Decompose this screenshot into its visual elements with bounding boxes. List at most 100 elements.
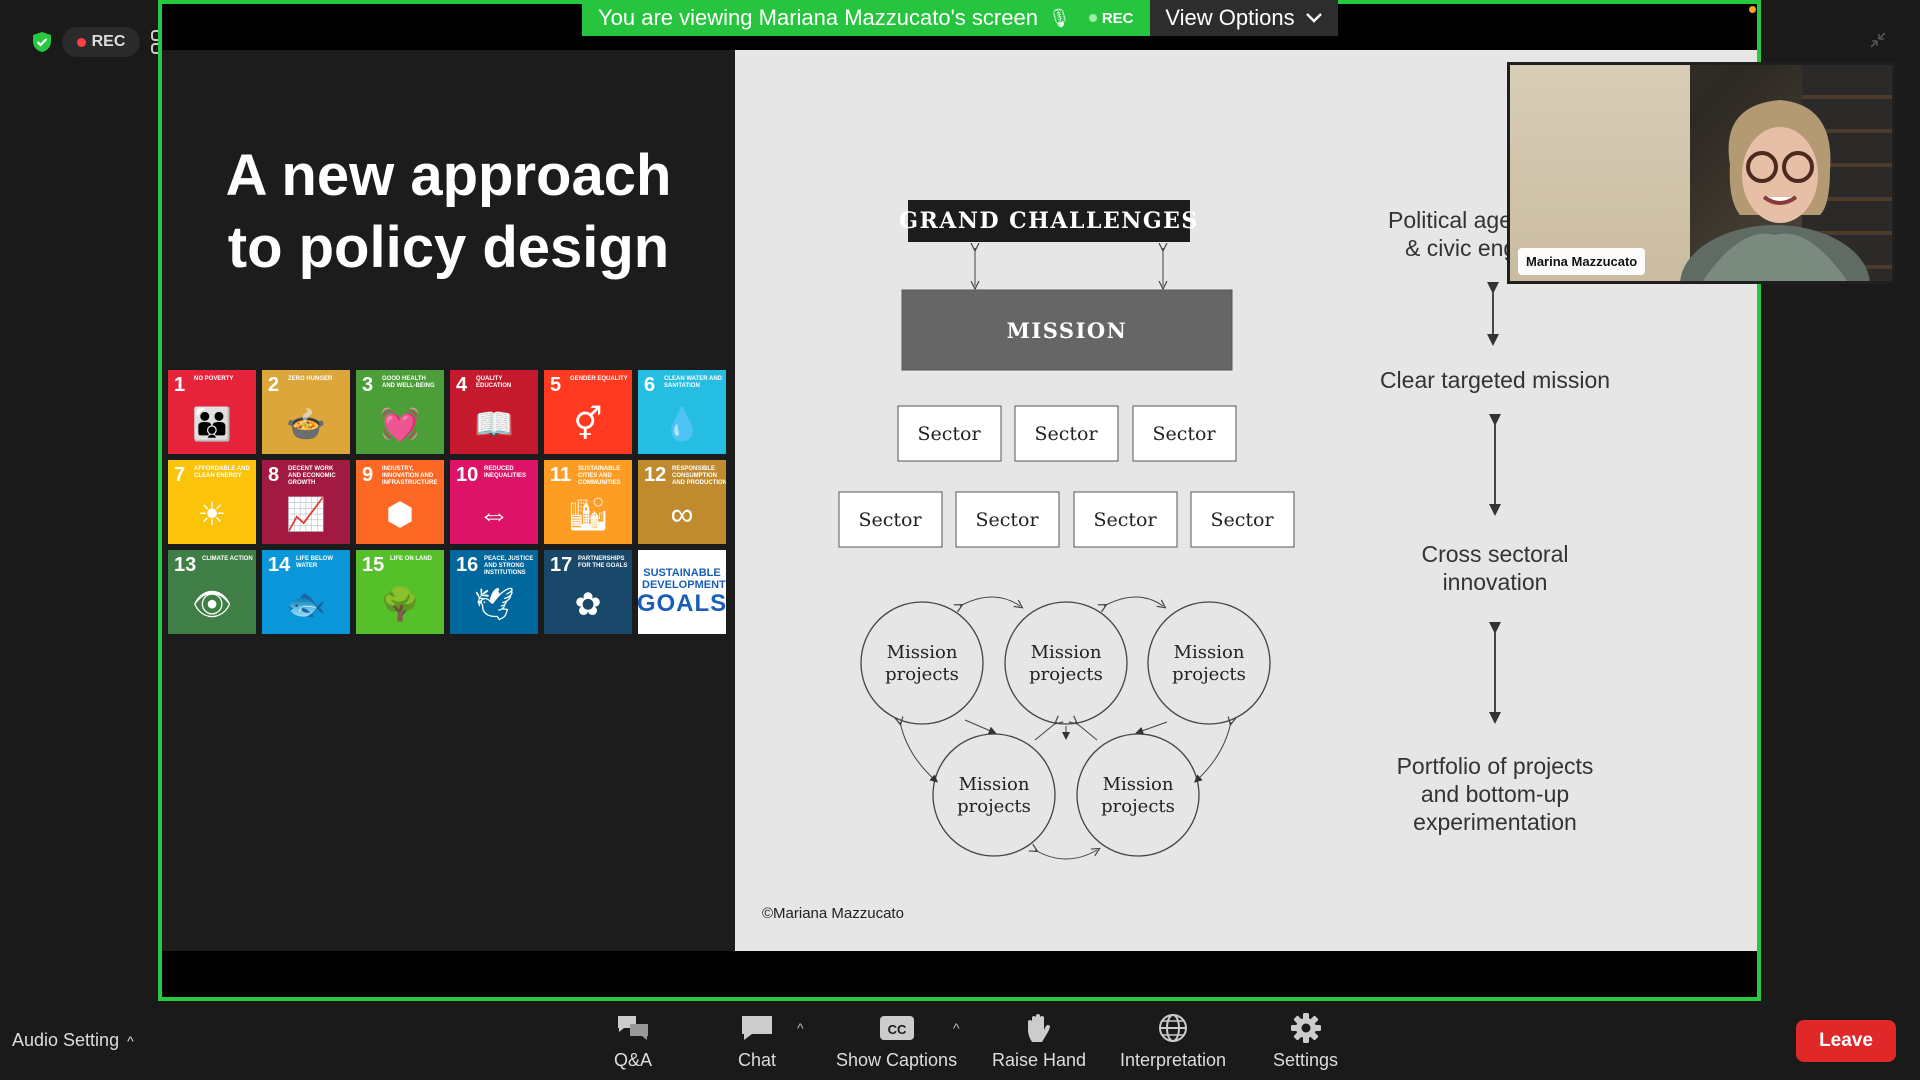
sdg-tile-number: 15 — [362, 554, 385, 576]
sdg-tile-number: 9 — [362, 464, 374, 486]
sdg-tile-number: 16 — [456, 554, 479, 576]
sdg-tile: 14 Life Below Water 🐟 — [262, 550, 350, 634]
sdg-goal-icon: ☀ — [197, 496, 227, 532]
sdg-goal-icon: ⇔ — [478, 496, 510, 532]
sdg-tile: 17 Partnerships for the Goals ✿ — [544, 550, 632, 634]
slide-left-panel: A new approach to policy design 1 No Pove… — [162, 50, 735, 951]
settings-button[interactable]: Settings — [1273, 1012, 1338, 1071]
sdg-goal-icon: 👁 — [191, 586, 233, 622]
sdg-tile: 7 Affordable and Clean Energy ☀ — [168, 460, 256, 544]
chevron-down-icon — [1305, 13, 1322, 23]
copyright-text: ©Mariana Mazzucato — [762, 905, 904, 922]
side-label-portfolio-line-1: Portfolio of projects — [1396, 753, 1594, 779]
sector-row-1: Sector Sector Sector — [897, 405, 1237, 462]
view-options-label: View Options — [1165, 5, 1295, 30]
mission-project-circle — [1147, 601, 1271, 725]
sdg-tile-number: 14 — [268, 554, 291, 576]
sdg-tile-label: Life Below Water — [296, 556, 333, 569]
chat-icon — [742, 1016, 773, 1040]
sector-label: Sector — [1093, 509, 1157, 531]
audio-setting-button[interactable]: Audio Setting ^ — [12, 1030, 134, 1051]
sdg-tile-label: Partnerships for the Goals — [578, 556, 628, 569]
sdg-tile-number: 5 — [550, 374, 562, 396]
minimize-video-icon[interactable] — [1868, 30, 1888, 50]
settings-label: Settings — [1273, 1050, 1339, 1070]
sdg-goal-icon: ⬢ — [386, 496, 414, 532]
sdg-tile-label: Sustainable Cities and Communities — [578, 466, 621, 486]
view-options-button[interactable]: View Options — [1150, 0, 1338, 36]
mission-project-label: Mission — [1174, 642, 1245, 663]
sdg-tile-label: Clean Water and Sanitation — [664, 376, 722, 389]
sector-row-2: Sector Sector Sector Sector — [838, 491, 1295, 548]
sdg-logo-tile: SUSTAINABLE DEVELOPMENT GOALS — [638, 550, 726, 634]
mission-project-label: Mission — [887, 642, 958, 663]
sdg-tile: 3 Good Health and Well-Being 💓 — [356, 370, 444, 454]
sdg-tile-label: Affordable and Clean Energy — [194, 466, 250, 479]
sdg-goal-icon: 🍲 — [286, 406, 326, 442]
chat-button[interactable]: Chat — [738, 1012, 776, 1071]
speaker-name-tag: Marina Mazzucato — [1518, 248, 1646, 275]
sector-label: Sector — [975, 509, 1039, 531]
sdg-goal-icon: 🏙 — [567, 496, 609, 532]
side-label-clear-mission: Clear targeted mission — [1379, 367, 1611, 393]
sector-label: Sector — [1034, 423, 1098, 445]
sdg-tile-number: 6 — [644, 374, 656, 396]
sdg-tile-label: Responsible Consumption and Production — [672, 466, 726, 486]
mission-project-circle — [932, 733, 1056, 857]
side-label-portfolio-line-2: and bottom-up — [1420, 781, 1570, 807]
sdg-tile-label: Gender Equality — [570, 376, 628, 382]
qa-label: Q&A — [614, 1050, 653, 1070]
leave-button[interactable]: Leave — [1796, 1020, 1896, 1062]
sdg-tile-number: 1 — [174, 374, 186, 396]
mission-project-circle — [1076, 733, 1200, 857]
interpretation-label: Interpretation — [1120, 1050, 1227, 1070]
qa-button[interactable]: Q&A — [614, 1012, 652, 1071]
sdg-goal-icon: 💓 — [380, 406, 420, 442]
sdg-tile-label: Quality Education — [476, 376, 512, 389]
mission-project-label: projects — [1101, 796, 1175, 817]
chat-options-chevron-icon[interactable]: ^ — [797, 1020, 804, 1036]
sdg-tile-number: 17 — [550, 554, 573, 576]
sdg-tile-number: 4 — [456, 374, 468, 396]
sdg-tile: 6 Clean Water and Sanitation 💧 — [638, 370, 726, 454]
sdg-goal-icon: 📈 — [286, 496, 326, 532]
sdg-tile-number: 10 — [456, 464, 479, 486]
sdg-goal-icon: ✿ — [574, 586, 602, 622]
sdg-tile-number: 12 — [644, 464, 667, 486]
mission-project-label: Mission — [1103, 774, 1174, 795]
meeting-toolbar: Audio Setting ^ Q&A Chat ^ CC Show Capti… — [0, 1002, 1920, 1080]
security-shield-icon[interactable] — [30, 30, 54, 54]
captions-options-chevron-icon[interactable]: ^ — [953, 1020, 960, 1036]
sdg-tile-number: 11 — [550, 464, 572, 486]
closed-captions-icon: CC — [879, 1016, 914, 1040]
mission-project-label: projects — [1029, 664, 1103, 685]
mission-project-circle — [860, 601, 984, 725]
sdg-tile: 2 Zero Hunger 🍲 — [262, 370, 350, 454]
sdg-tile-label: Life On Land — [390, 556, 432, 562]
mission-project-label: projects — [885, 664, 959, 685]
sdg-tile: 8 Decent Work and Economic Growth 📈 — [262, 460, 350, 544]
raise-hand-button[interactable]: Raise Hand — [992, 1012, 1086, 1071]
sdg-tile: 1 No Poverty 👪 — [168, 370, 256, 454]
mission-project-label: Mission — [1031, 642, 1102, 663]
raise-hand-icon — [1028, 1014, 1051, 1042]
sdg-tile: 9 Industry, Innovation and Infrastructure… — [356, 460, 444, 544]
sdg-tile-number: 3 — [362, 374, 374, 396]
show-captions-label: Show Captions — [836, 1050, 958, 1070]
mission-project-label: projects — [1172, 664, 1246, 685]
sdg-tile: 5 Gender Equality ⚥ — [544, 370, 632, 454]
recording-indicator[interactable]: REC — [62, 27, 140, 57]
mission-project-label: projects — [957, 796, 1031, 817]
sdg-goal-icon: 🐟 — [286, 586, 326, 622]
slide-title-line-2: to policy design — [227, 215, 670, 280]
sdg-goal-icon: 📖 — [474, 406, 514, 442]
speaker-figure — [1680, 100, 1870, 281]
sdg-tile: 16 Peace, Justice and Strong Institutions… — [450, 550, 538, 634]
sdg-logo-subtitle: SUSTAINABLE DEVELOPMENT — [642, 567, 726, 591]
show-captions-button[interactable]: CC Show Captions — [836, 1012, 957, 1071]
speaker-video-thumbnail[interactable]: Marina Mazzucato — [1507, 62, 1895, 284]
screen-share-banner-text: You are viewing Mariana Mazzucato's scre… — [598, 5, 1038, 30]
sdg-goal-icon: ∞ — [670, 496, 694, 532]
interpretation-button[interactable]: Interpretation — [1120, 1012, 1226, 1071]
sdg-tile: 4 Quality Education 📖 — [450, 370, 538, 454]
